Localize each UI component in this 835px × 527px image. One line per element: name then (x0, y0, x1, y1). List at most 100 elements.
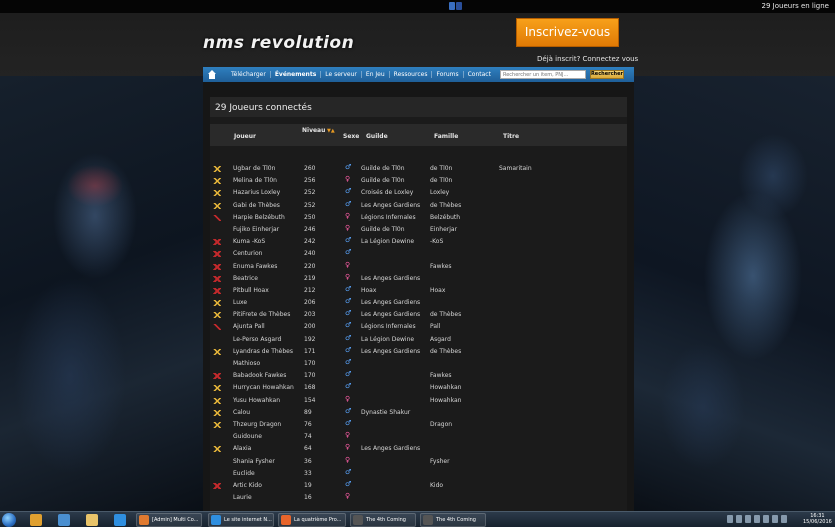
male-icon: ♂ (345, 345, 352, 354)
network-status-icon[interactable] (781, 515, 787, 523)
tray-icon[interactable] (745, 515, 751, 523)
player-name[interactable]: Beatrice (233, 275, 258, 282)
player-name[interactable]: Pitbull Hoax (233, 287, 269, 294)
site-logo[interactable]: nms revolution (203, 33, 354, 53)
player-name[interactable]: Hurrycan Howahkan (233, 384, 294, 391)
taskbar-item-site[interactable]: Le site internet N... (208, 513, 274, 527)
player-level: 242 (304, 238, 316, 246)
rank-icon (213, 312, 221, 319)
tray-icon[interactable] (736, 515, 742, 523)
player-guild[interactable]: Les Anges Gardiens (361, 202, 420, 209)
tray-icon[interactable] (727, 515, 733, 523)
player-name[interactable]: Melina de Tl0n (233, 177, 277, 184)
players-table-body: Ugbar de Tl0n 260 Guilde de Tl0n de Tl0n Sam… (210, 163, 627, 504)
register-button[interactable]: Inscrivez-vous (516, 18, 619, 47)
system-tray (727, 515, 787, 523)
player-guild[interactable]: Hoax (361, 287, 376, 294)
player-name[interactable]: Yusu Howahkan (233, 397, 280, 404)
tray-icon[interactable] (763, 515, 769, 523)
player-name[interactable]: Lyandras de Thèbes (233, 348, 293, 355)
nav-item-forums[interactable]: Forums (432, 71, 464, 78)
player-name[interactable]: Guidoune (233, 433, 262, 440)
column-header-player[interactable]: Joueur (234, 133, 256, 140)
player-guild[interactable]: Guilde de Tl0n (361, 165, 405, 172)
column-header-guild[interactable]: Guilde (366, 133, 388, 140)
player-name[interactable]: Ugbar de Tl0n (233, 165, 275, 172)
player-guild[interactable]: Croisés de Loxley (361, 189, 413, 196)
nav-item-en-jeu[interactable]: En Jeu (362, 71, 390, 78)
column-header-title[interactable]: Titre (503, 133, 519, 140)
online-players-count[interactable]: 29 Joueurs en ligne (762, 2, 829, 10)
tray-icon[interactable] (754, 515, 760, 523)
network-icon[interactable] (58, 514, 70, 526)
social-icons[interactable] (449, 2, 462, 10)
table-row: Beatrice 219 Les Anges Gardiens ♀ (210, 273, 627, 285)
rank-icon (213, 178, 221, 185)
sort-arrows-icon[interactable]: ▼▲ (327, 128, 335, 134)
player-name[interactable]: Ajunta Pall (233, 323, 265, 330)
start-button[interactable] (2, 513, 16, 527)
taskbar-item-quatrieme[interactable]: La quatrième Pro... (278, 513, 346, 527)
player-guild[interactable]: Les Anges Gardiens (361, 275, 420, 282)
nav-item-telecharger[interactable]: Télécharger (227, 71, 271, 78)
player-name[interactable]: Calou (233, 409, 250, 416)
male-icon: ♂ (345, 309, 352, 318)
system-clock[interactable]: 16:31 15/06/2016 (803, 513, 832, 525)
player-level: 240 (304, 250, 316, 258)
player-name[interactable]: Kuma -KoS (233, 238, 265, 245)
player-guild[interactable]: Les Anges Gardiens (361, 445, 420, 452)
player-name[interactable]: Enuma Fawkes (233, 263, 277, 270)
nav-item-contact[interactable]: Contact (464, 71, 495, 78)
column-header-level[interactable]: Niveau (302, 127, 325, 134)
facebook-icon[interactable] (456, 2, 462, 10)
female-icon: ♀ (345, 431, 351, 440)
browser-icon[interactable] (114, 514, 126, 526)
player-guild[interactable]: Légions Infernales (361, 214, 416, 221)
taskbar-item-game-2[interactable]: The 4th Coming (420, 513, 486, 527)
player-guild[interactable]: Guilde de Tl0n (361, 177, 405, 184)
taskbar-item-game-1[interactable]: The 4th Coming (350, 513, 416, 527)
player-name[interactable]: Mathioso (233, 360, 260, 367)
nav-item-evenements[interactable]: Événements (271, 71, 322, 78)
nav-item-le-serveur[interactable]: Le serveur (321, 71, 362, 78)
table-row: Mathioso 170 ♂ (210, 358, 627, 370)
player-name[interactable]: Artic Kido (233, 482, 262, 489)
player-guild[interactable]: La Légion Dewine (361, 238, 414, 245)
player-name[interactable]: Euclide (233, 470, 255, 477)
player-name[interactable]: Hazarius Loxley (233, 189, 280, 196)
volume-icon[interactable] (772, 515, 778, 523)
player-guild[interactable]: Les Anges Gardiens (361, 348, 420, 355)
player-guild[interactable]: Dynastie Shakur (361, 409, 410, 416)
player-name[interactable]: Shania Fysher (233, 458, 275, 465)
player-name[interactable]: Gabi de Thèbes (233, 202, 280, 209)
player-guild[interactable]: Les Anges Gardiens (361, 311, 420, 318)
folder-icon[interactable] (86, 514, 98, 526)
player-name[interactable]: Laurie (233, 494, 252, 501)
player-name[interactable]: Harpie Belzébuth (233, 214, 285, 221)
nav-item-ressources[interactable]: Ressources (390, 71, 433, 78)
column-header-family[interactable]: Famille (434, 133, 458, 140)
table-row: Alaxia 64 Les Anges Gardiens ♀ (210, 443, 627, 455)
player-guild[interactable]: Guilde de Tl0n (361, 226, 405, 233)
player-name[interactable]: Centurion (233, 250, 262, 257)
player-name[interactable]: Luxe (233, 299, 247, 306)
search-input[interactable] (499, 70, 586, 79)
player-name[interactable]: Le-Perso Asgard (233, 336, 281, 343)
player-guild[interactable]: La Légion Dewine (361, 336, 414, 343)
player-name[interactable]: Babadook Fawkes (233, 372, 286, 379)
home-icon[interactable] (207, 69, 217, 80)
player-family: de Tl0n (430, 165, 453, 172)
player-name[interactable]: PitiFrete de Thèbes (233, 311, 290, 318)
media-player-icon[interactable] (30, 514, 42, 526)
column-header-sex[interactable]: Sexe (343, 133, 359, 140)
player-name[interactable]: Fujiko Einherjar (233, 226, 279, 233)
male-icon: ♂ (345, 248, 352, 257)
taskbar-item-admin[interactable]: [Admin] Multi Co... (136, 513, 202, 527)
player-guild[interactable]: Légions Infernales (361, 323, 416, 330)
login-link[interactable]: Déjà inscrit? Connectez vous (537, 55, 638, 63)
twitter-icon[interactable] (449, 2, 455, 10)
search-button[interactable]: Rechercher (589, 70, 624, 79)
player-name[interactable]: Alaxia (233, 445, 251, 452)
player-guild[interactable]: Les Anges Gardiens (361, 299, 420, 306)
player-name[interactable]: Thzeurg Dragon (233, 421, 281, 428)
